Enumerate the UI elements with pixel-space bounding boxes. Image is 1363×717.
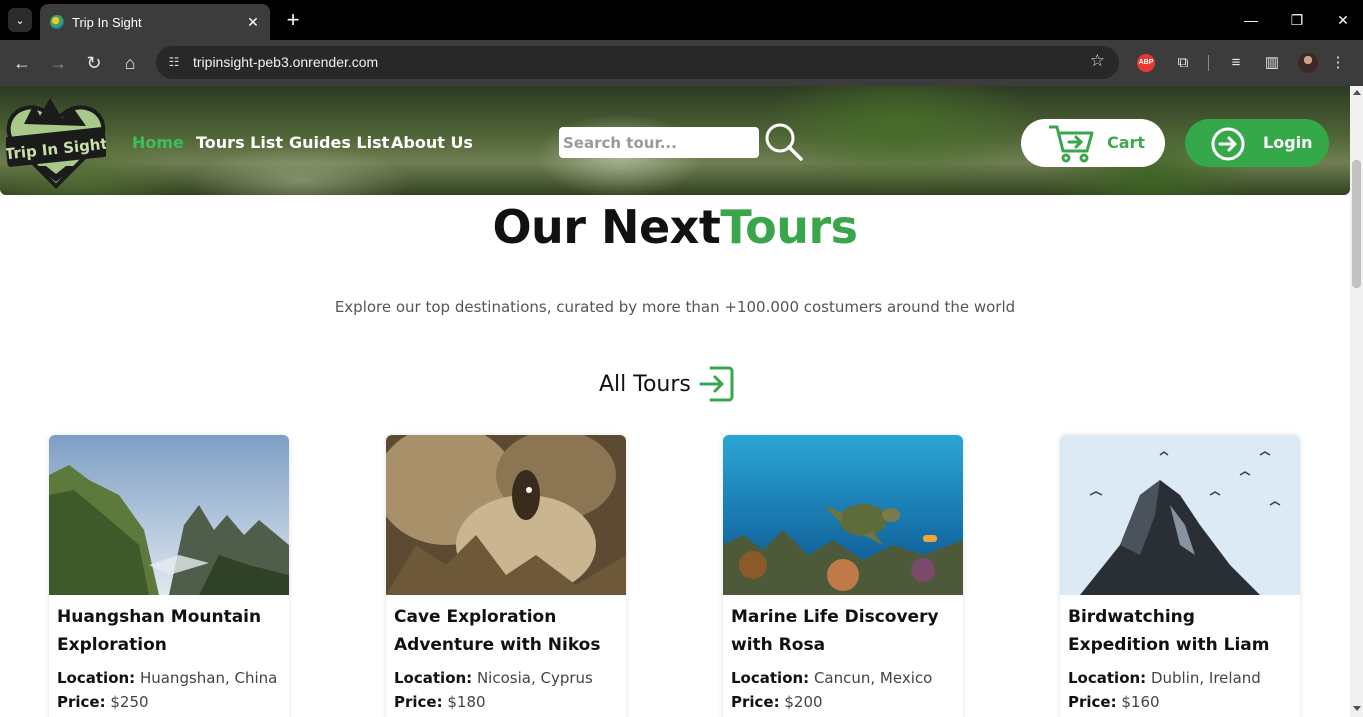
new-tab-button[interactable]: + xyxy=(281,8,305,32)
tour-card[interactable]: Huangshan Mountain Exploration Location:… xyxy=(49,435,289,717)
menu-dots-icon[interactable]: ⋮ xyxy=(1330,52,1346,74)
favicon-icon xyxy=(50,15,64,29)
location-label: Location: xyxy=(394,669,473,687)
tab-search-button[interactable]: ⌄ xyxy=(8,8,32,32)
tour-image-birds xyxy=(1060,435,1300,595)
address-bar[interactable]: ☷ tripinsight-peb3.onrender.com ☆ xyxy=(156,46,1119,79)
site-info-icon[interactable]: ☷ xyxy=(166,54,182,70)
tab-title: Trip In Sight xyxy=(72,14,142,30)
forward-arrow-icon[interactable]: → xyxy=(46,51,70,75)
page-content: Trip In Sight Home Tours List Guides Lis… xyxy=(0,86,1350,717)
price-label: Price: xyxy=(1068,693,1117,711)
tour-price: Price: $200 xyxy=(731,693,823,711)
nav-tours-list[interactable]: Tours List xyxy=(196,133,283,152)
all-tours-link[interactable]: All Tours xyxy=(599,365,735,403)
scroll-down-icon[interactable] xyxy=(1353,706,1361,711)
all-tours-label: All Tours xyxy=(599,371,691,397)
tour-location: Location: Huangshan, China xyxy=(57,669,277,687)
login-label: Login xyxy=(1263,133,1313,152)
price-value: $160 xyxy=(1121,693,1160,711)
tour-card[interactable]: Cave Exploration Adventure with Nikos Lo… xyxy=(386,435,626,717)
title-main: Our Next xyxy=(492,200,721,254)
nav-about-us[interactable]: About Us xyxy=(391,133,473,152)
back-arrow-icon[interactable]: ← xyxy=(10,51,34,75)
price-value: $250 xyxy=(110,693,149,711)
toolbar-divider xyxy=(1208,55,1209,71)
home-icon[interactable]: ⌂ xyxy=(118,51,142,75)
location-value: Huangshan, China xyxy=(139,669,278,687)
tour-price: Price: $250 xyxy=(57,693,149,711)
title-accent: Tours xyxy=(720,200,858,254)
tour-image-reef xyxy=(723,435,963,595)
nav-guides-list[interactable]: Guides List xyxy=(289,133,389,152)
close-tab-icon[interactable]: ✕ xyxy=(242,14,264,31)
tour-title[interactable]: Birdwatching Expedition with Liam xyxy=(1068,603,1294,659)
abp-icon[interactable]: ABP xyxy=(1137,54,1155,72)
tour-image-cave xyxy=(386,435,626,595)
location-value: Dublin, Ireland xyxy=(1150,669,1261,687)
tour-image-mountain xyxy=(49,435,289,595)
price-label: Price: xyxy=(731,693,780,711)
page-title: Our NextTours xyxy=(0,200,1350,254)
price-label: Price: xyxy=(57,693,106,711)
sidepanel-icon[interactable]: ▥ xyxy=(1261,52,1283,74)
reload-icon[interactable]: ↻ xyxy=(82,51,106,75)
search-icon[interactable] xyxy=(765,123,803,161)
login-button[interactable]: Login xyxy=(1185,119,1329,167)
search-input[interactable] xyxy=(559,127,759,158)
price-label: Price: xyxy=(394,693,443,711)
cart-button[interactable]: Cart xyxy=(1021,119,1165,167)
enter-arrow-icon xyxy=(699,366,734,402)
cart-label: Cart xyxy=(1107,133,1146,152)
location-label: Location: xyxy=(731,669,810,687)
page-scrollbar[interactable] xyxy=(1350,86,1363,717)
tour-location: Location: Dublin, Ireland xyxy=(1068,669,1261,687)
browser-tab[interactable]: Trip In Sight ✕ xyxy=(40,4,270,40)
scroll-up-icon[interactable] xyxy=(1353,90,1361,95)
browser-tab-strip: ⌄ Trip In Sight ✕ + — ❐ ✕ xyxy=(0,0,1363,40)
tour-title[interactable]: Huangshan Mountain Exploration xyxy=(57,603,283,659)
location-value: Cancun, Mexico xyxy=(813,669,933,687)
cart-icon xyxy=(1049,125,1094,163)
price-value: $200 xyxy=(784,693,823,711)
nav-home[interactable]: Home xyxy=(132,133,184,152)
logo[interactable]: Trip In Sight xyxy=(6,94,106,189)
browser-toolbar: ← → ↻ ⌂ ☷ tripinsight-peb3.onrender.com … xyxy=(0,40,1363,86)
location-label: Location: xyxy=(57,669,136,687)
tour-price: Price: $160 xyxy=(1068,693,1160,711)
tour-location: Location: Nicosia, Cyprus xyxy=(394,669,593,687)
site-header: Trip In Sight Home Tours List Guides Lis… xyxy=(0,86,1350,195)
media-icon[interactable]: ≡ xyxy=(1225,52,1247,74)
bookmark-star-icon[interactable]: ☆ xyxy=(1090,51,1105,71)
profile-avatar[interactable] xyxy=(1298,53,1318,73)
url-text[interactable]: tripinsight-peb3.onrender.com xyxy=(193,54,378,70)
tour-card[interactable]: Marine Life Discovery with Rosa Location… xyxy=(723,435,963,717)
tour-card[interactable]: Birdwatching Expedition with Liam Locati… xyxy=(1060,435,1300,717)
close-window-icon[interactable]: ✕ xyxy=(1328,8,1358,32)
location-label: Location: xyxy=(1068,669,1147,687)
page-subtitle: Explore our top destinations, curated by… xyxy=(334,298,1016,316)
restore-icon[interactable]: ❐ xyxy=(1282,8,1312,32)
scroll-thumb[interactable] xyxy=(1352,160,1361,288)
tour-location: Location: Cancun, Mexico xyxy=(731,669,932,687)
login-icon xyxy=(1211,127,1245,161)
puzzle-icon[interactable]: ⧉ xyxy=(1172,52,1194,74)
minimize-icon[interactable]: — xyxy=(1236,8,1266,32)
tour-price: Price: $180 xyxy=(394,693,486,711)
tour-title[interactable]: Marine Life Discovery with Rosa xyxy=(731,603,957,659)
tour-title[interactable]: Cave Exploration Adventure with Nikos xyxy=(394,603,620,659)
location-value: Nicosia, Cyprus xyxy=(476,669,593,687)
price-value: $180 xyxy=(447,693,486,711)
